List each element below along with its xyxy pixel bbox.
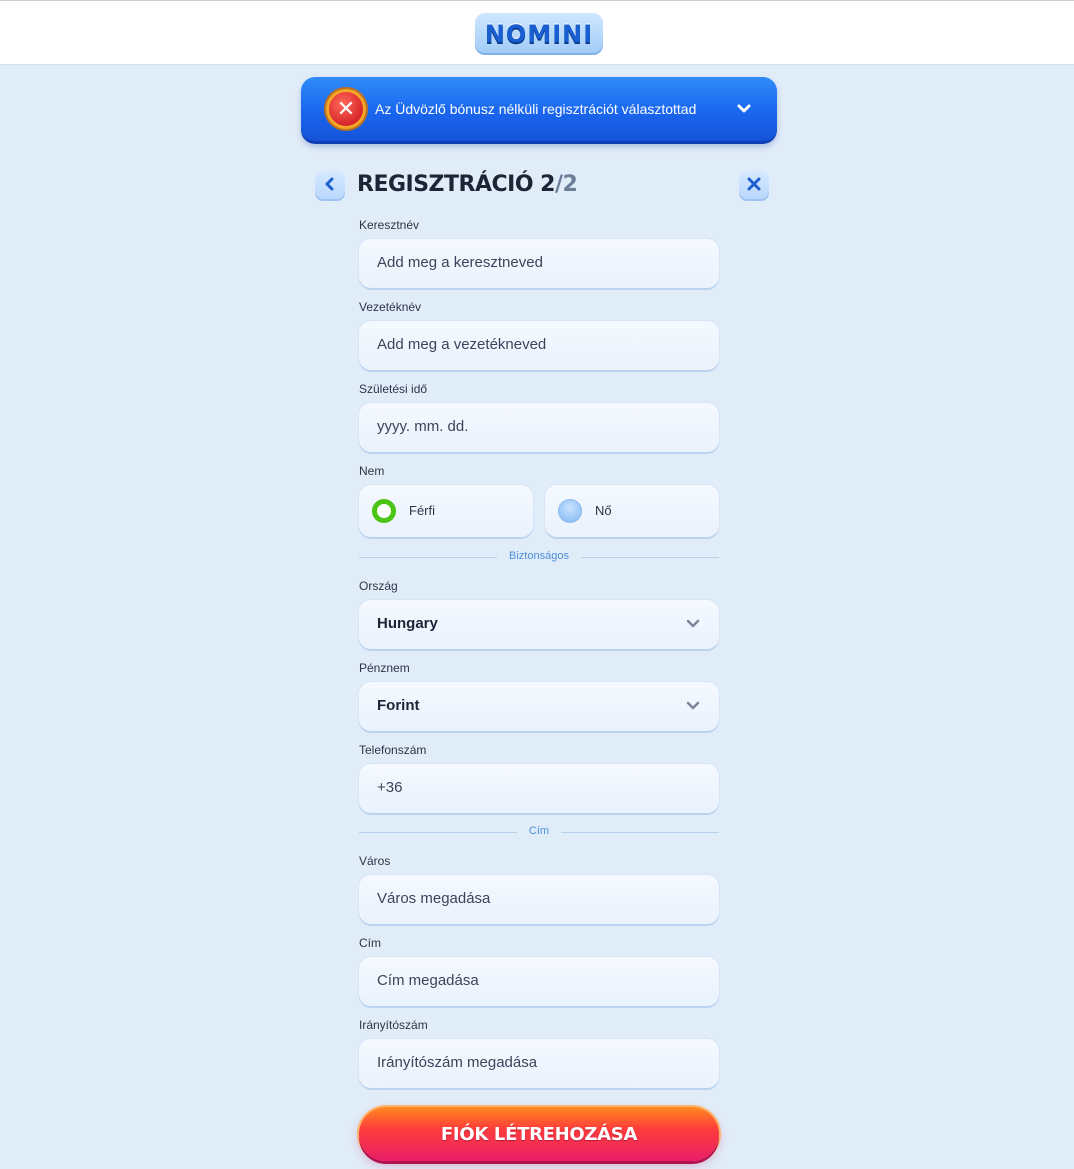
radio-selected-icon bbox=[372, 499, 396, 523]
chevron-down-icon[interactable] bbox=[732, 97, 756, 121]
first-name-placeholder: Add meg a keresztneved bbox=[377, 254, 543, 271]
create-account-label: FIÓK LÉTREHOZÁSA bbox=[440, 1123, 638, 1145]
close-icon bbox=[747, 177, 761, 196]
last-name-label: Vezetéknév bbox=[359, 300, 422, 314]
city-placeholder: Város megadása bbox=[377, 890, 491, 907]
city-label: Város bbox=[359, 854, 391, 868]
country-select[interactable]: Hungary bbox=[359, 600, 719, 649]
first-name-input[interactable]: Add meg a keresztneved bbox=[359, 239, 719, 288]
close-button[interactable] bbox=[739, 171, 769, 201]
currency-value: Forint bbox=[377, 697, 420, 714]
country-value: Hungary bbox=[377, 615, 438, 632]
address-placeholder: Cím megadása bbox=[377, 972, 479, 989]
phone-label: Telefonszám bbox=[359, 743, 427, 757]
divider-line bbox=[581, 557, 719, 558]
divider-address: Cím bbox=[359, 825, 719, 839]
top-bar: NOMINI bbox=[0, 0, 1074, 65]
birth-date-placeholder: yyyy. mm. dd. bbox=[377, 418, 469, 435]
close-x-icon: ✕ bbox=[326, 89, 366, 129]
divider-line bbox=[561, 832, 719, 833]
phone-input[interactable]: +36 bbox=[359, 764, 719, 813]
gender-option-female[interactable]: Nő bbox=[545, 485, 719, 537]
zip-placeholder: Irányítószám megadása bbox=[377, 1054, 538, 1071]
phone-value: +36 bbox=[377, 779, 403, 796]
title-total: /2 bbox=[554, 172, 578, 197]
currency-select[interactable]: Forint bbox=[359, 682, 719, 731]
no-bonus-banner[interactable]: ✕ Az Üdvözlő bónusz nélküli regisztráció… bbox=[301, 77, 777, 144]
page-title: REGISZTRÁCIÓ 2/2 bbox=[357, 172, 578, 197]
last-name-placeholder: Add meg a vezetékneved bbox=[377, 336, 547, 353]
gender-option-label: Nő bbox=[595, 503, 612, 518]
gender-label: Nem bbox=[359, 464, 385, 478]
chevron-down-icon bbox=[685, 616, 701, 632]
currency-label: Pénznem bbox=[359, 661, 410, 675]
zip-input[interactable]: Irányítószám megadása bbox=[359, 1039, 719, 1088]
divider-label: Cím bbox=[528, 825, 550, 837]
divider-line bbox=[359, 557, 497, 558]
chevron-down-icon bbox=[685, 698, 701, 714]
address-label: Cím bbox=[359, 936, 381, 950]
zip-label: Irányítószám bbox=[359, 1018, 428, 1032]
first-name-label: Keresztnév bbox=[359, 218, 420, 232]
gender-option-male[interactable]: Férfi bbox=[359, 485, 533, 537]
divider-line bbox=[359, 832, 517, 833]
back-button[interactable] bbox=[315, 171, 345, 201]
create-account-button[interactable]: FIÓK LÉTREHOZÁSA bbox=[359, 1107, 719, 1161]
chevron-left-icon bbox=[324, 177, 336, 196]
logo-text: NOMINI bbox=[484, 20, 594, 48]
last-name-input[interactable]: Add meg a vezetékneved bbox=[359, 321, 719, 370]
birth-date-input[interactable]: yyyy. mm. dd. bbox=[359, 403, 719, 452]
gender-option-label: Férfi bbox=[409, 503, 435, 518]
title-step: REGISZTRÁCIÓ 2 bbox=[357, 172, 555, 197]
divider-label: Biztonságos bbox=[509, 550, 569, 562]
city-input[interactable]: Város megadása bbox=[359, 875, 719, 924]
birth-date-label: Születési idő bbox=[359, 382, 428, 396]
nomini-logo[interactable]: NOMINI bbox=[475, 13, 603, 55]
country-label: Ország bbox=[359, 579, 398, 593]
radio-unselected-icon bbox=[558, 499, 582, 523]
banner-text: Az Üdvözlő bónusz nélküli regisztrációt … bbox=[375, 101, 697, 117]
divider-security: Biztonságos bbox=[359, 550, 719, 564]
address-input[interactable]: Cím megadása bbox=[359, 957, 719, 1006]
